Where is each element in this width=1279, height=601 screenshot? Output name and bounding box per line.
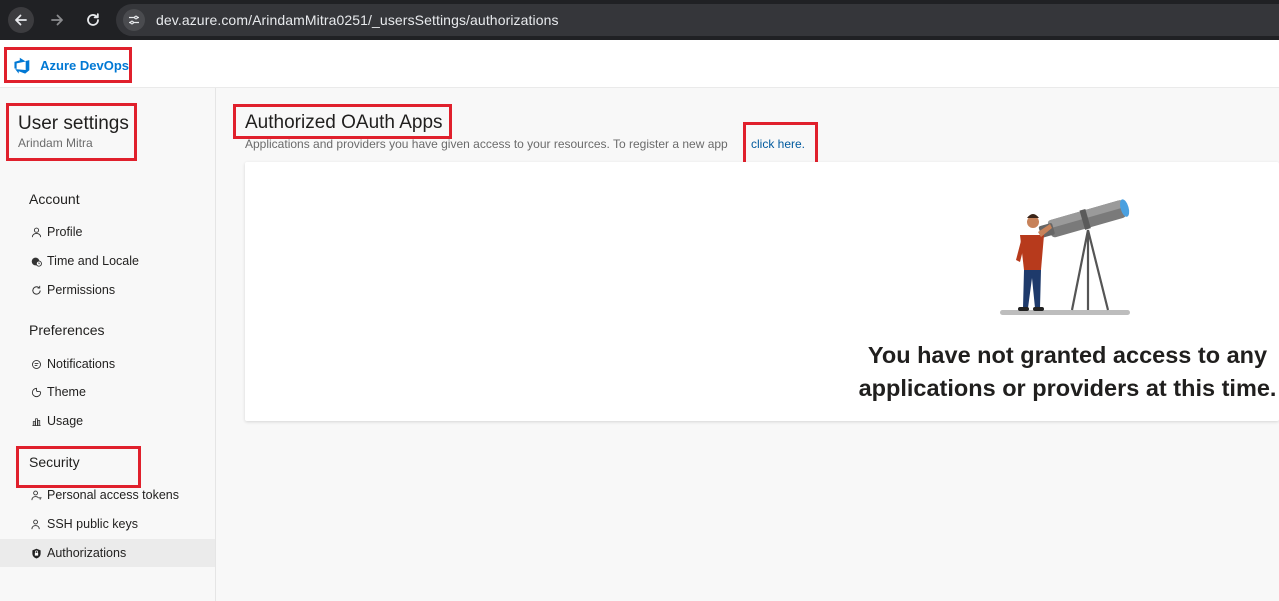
app-header: Azure DevOps — [0, 40, 1279, 88]
user-name: Arindam Mitra — [18, 136, 93, 150]
nav-item-label: SSH public keys — [47, 517, 139, 531]
profile-icon — [30, 226, 42, 238]
azure-devops-home-link[interactable]: Azure DevOps — [4, 47, 132, 83]
azure-devops-logo-icon — [14, 57, 30, 74]
highlight-frame — [743, 122, 818, 167]
nav-item-ssh-public-keys[interactable]: SSH public keys — [0, 510, 215, 538]
arrow-left-icon — [15, 14, 27, 26]
token-icon — [30, 489, 42, 501]
sidebar-header: User settings Arindam Mitra — [6, 103, 137, 161]
nav-item-label: Authorizations — [47, 546, 127, 560]
nav-item-authorizations[interactable]: Authorizations — [0, 539, 215, 567]
nav-item-profile[interactable]: Profile — [0, 218, 215, 246]
section-preferences: Preferences — [29, 322, 105, 338]
nav-item-label: Notifications — [47, 357, 116, 371]
globe-clock-icon — [30, 255, 42, 267]
browser-toolbar: dev.azure.com/ArindamMitra0251/_usersSet… — [0, 0, 1279, 40]
arrow-right-icon — [51, 14, 63, 26]
empty-state-card: You have not granted access to any appli… — [245, 162, 1279, 421]
page-title: Authorized OAuth Apps — [245, 112, 443, 133]
notification-icon — [30, 358, 42, 370]
site-info-button[interactable] — [123, 9, 145, 31]
telescope-illustration — [1000, 199, 1130, 315]
usage-icon — [30, 415, 42, 427]
nav-item-usage[interactable]: Usage — [0, 407, 215, 435]
nav-item-permissions[interactable]: Permissions — [0, 276, 215, 304]
forward-button[interactable] — [44, 7, 70, 33]
nav-item-label: Personal access tokens — [47, 488, 180, 502]
page-description: Applications and providers you have give… — [245, 137, 728, 151]
url-text: dev.azure.com/ArindamMitra0251/_usersSet… — [156, 12, 559, 28]
nav-item-label: Permissions — [47, 283, 116, 297]
nav-item-label: Usage — [47, 414, 84, 428]
theme-icon — [30, 386, 42, 398]
reload-icon — [87, 13, 99, 26]
address-bar[interactable]: dev.azure.com/ArindamMitra0251/_usersSet… — [116, 4, 1279, 36]
settings-sidebar: User settings Arindam Mitra Account Prof… — [0, 88, 216, 601]
nav-item-theme[interactable]: Theme — [0, 378, 215, 406]
brand-name: Azure DevOps — [40, 57, 129, 73]
nav-item-label: Time and Locale — [47, 254, 139, 268]
empty-state-message: You have not granted access to any appli… — [858, 342, 1277, 401]
back-button[interactable] — [8, 7, 34, 33]
tune-icon — [129, 15, 139, 25]
highlight-frame — [16, 446, 141, 488]
nav-item-label: Profile — [47, 225, 83, 239]
nav-item-notifications[interactable]: Notifications — [0, 350, 215, 378]
key-icon — [30, 518, 42, 530]
sidebar-title: User settings — [18, 113, 129, 134]
permissions-icon — [30, 284, 42, 296]
lock-icon — [30, 547, 42, 559]
section-account: Account — [29, 191, 80, 207]
nav-item-label: Theme — [47, 385, 86, 399]
nav-item-time-and-locale[interactable]: Time and Locale — [0, 247, 215, 275]
reload-button[interactable] — [80, 7, 106, 33]
